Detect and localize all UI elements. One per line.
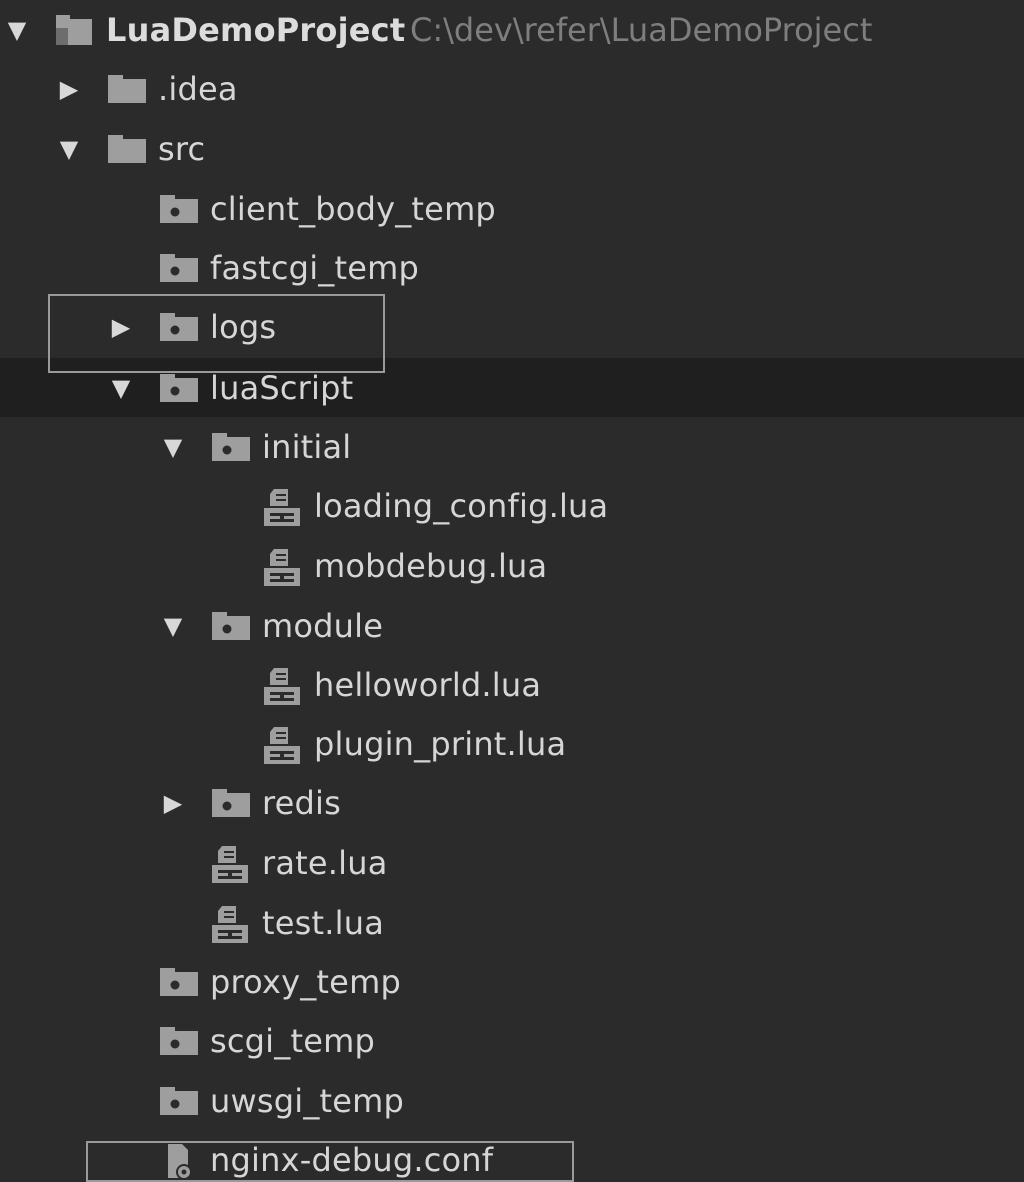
tree-item-mobdebug-lua[interactable]: mobdebug.lua — [0, 536, 1024, 595]
folder-icon — [158, 964, 200, 1000]
tree-item-label: plugin_print.lua — [314, 724, 567, 763]
tree-item-luascript[interactable]: ▼ luaScript — [0, 358, 1024, 417]
collapsed-arrow-icon[interactable]: ▶ — [58, 77, 80, 101]
tree-item-src[interactable]: ▼ src — [0, 119, 1024, 178]
tree-item-test-lua[interactable]: test.lua — [0, 893, 1024, 952]
tree-item-label: initial — [262, 427, 352, 466]
folder-icon — [210, 429, 252, 465]
tree-item-label: uwsgi_temp — [210, 1081, 405, 1120]
folder-icon — [158, 250, 200, 286]
lua-file-icon — [262, 726, 304, 764]
tree-item-label: luaScript — [210, 368, 354, 407]
tree-item-label: loading_config.lua — [314, 486, 609, 525]
project-tree: ▼ LuaDemoProject C:\dev\refer\LuaDemoProje… — [0, 0, 1024, 1182]
folder-icon — [158, 1083, 200, 1119]
expanded-arrow-icon[interactable]: ▼ — [58, 137, 80, 161]
tree-item-label: rate.lua — [262, 843, 388, 882]
tree-item-client-body-temp[interactable]: client_body_temp — [0, 179, 1024, 238]
project-path: C:\dev\refer\LuaDemoProject — [410, 10, 873, 49]
tree-item-label: LuaDemoProject — [106, 10, 406, 49]
lua-file-icon — [262, 488, 304, 526]
expanded-arrow-icon[interactable]: ▼ — [162, 435, 184, 459]
folder-icon — [210, 785, 252, 821]
folder-icon — [106, 131, 148, 167]
tree-item-module[interactable]: ▼ module — [0, 596, 1024, 655]
expanded-arrow-icon[interactable]: ▼ — [6, 18, 28, 42]
expanded-arrow-icon[interactable]: ▼ — [162, 614, 184, 638]
project-folder-icon — [54, 12, 96, 48]
collapsed-arrow-icon[interactable]: ▶ — [110, 315, 132, 339]
lua-file-icon — [210, 845, 252, 883]
tree-item-label: mobdebug.lua — [314, 546, 548, 585]
tree-item-label: nginx-debug.conf — [210, 1140, 494, 1179]
tree-item-rate-lua[interactable]: rate.lua — [0, 833, 1024, 892]
tree-item-plugin-print-lua[interactable]: plugin_print.lua — [0, 714, 1024, 773]
tree-item-label: scgi_temp — [210, 1021, 375, 1060]
lua-file-icon — [210, 905, 252, 943]
tree-item-label: module — [262, 606, 384, 645]
tree-item-label: src — [158, 129, 206, 168]
tree-item-label: logs — [210, 307, 277, 346]
folder-icon — [106, 71, 148, 107]
tree-item-label: redis — [262, 783, 342, 822]
tree-item-label: helloworld.lua — [314, 665, 542, 704]
tree-item-label: proxy_temp — [210, 962, 401, 1001]
tree-item-loading-config-lua[interactable]: loading_config.lua — [0, 476, 1024, 535]
tree-item-idea[interactable]: ▶ .idea — [0, 59, 1024, 118]
tree-item-proxy-temp[interactable]: proxy_temp — [0, 952, 1024, 1011]
tree-item-initial[interactable]: ▼ initial — [0, 417, 1024, 476]
tree-item-scgi-temp[interactable]: scgi_temp — [0, 1011, 1024, 1070]
folder-icon — [158, 309, 200, 345]
tree-item-helloworld-lua[interactable]: helloworld.lua — [0, 655, 1024, 714]
folder-icon — [158, 370, 200, 406]
tree-item-label: client_body_temp — [210, 189, 496, 228]
tree-item-uwsgi-temp[interactable]: uwsgi_temp — [0, 1071, 1024, 1130]
tree-item-nginx-debug-conf[interactable]: nginx-debug.conf — [0, 1130, 1024, 1182]
tree-item-label: fastcgi_temp — [210, 248, 420, 287]
tree-item-fastcgi-temp[interactable]: fastcgi_temp — [0, 238, 1024, 297]
tree-item-label: test.lua — [262, 903, 385, 942]
config-file-icon — [158, 1142, 200, 1180]
folder-icon — [210, 608, 252, 644]
lua-file-icon — [262, 548, 304, 586]
tree-item-redis[interactable]: ▶ redis — [0, 773, 1024, 832]
expanded-arrow-icon[interactable]: ▼ — [110, 376, 132, 400]
collapsed-arrow-icon[interactable]: ▶ — [162, 791, 184, 815]
folder-icon — [158, 1023, 200, 1059]
tree-item-luademoproject[interactable]: ▼ LuaDemoProject C:\dev\refer\LuaDemoProje… — [0, 0, 1024, 59]
tree-item-logs[interactable]: ▶ logs — [0, 297, 1024, 356]
tree-item-label: .idea — [158, 69, 238, 108]
folder-icon — [158, 191, 200, 227]
lua-file-icon — [262, 667, 304, 705]
